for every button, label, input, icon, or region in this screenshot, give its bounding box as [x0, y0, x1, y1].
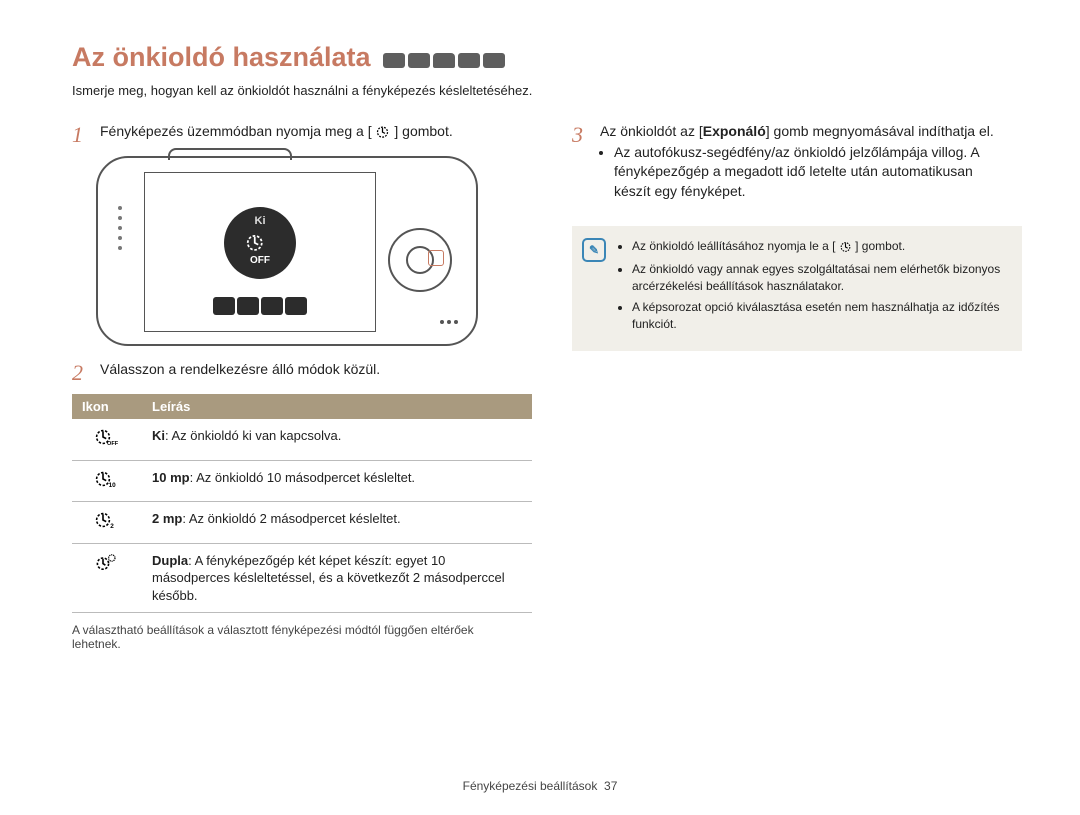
row-desc-double: Dupla: A fényképezőgép két képet készít:… [142, 543, 532, 613]
info-box: ✎ Az önkioldó leállításához nyomja le a … [572, 226, 1022, 351]
camera-lcd-palette [213, 297, 307, 315]
svg-text:10: 10 [109, 482, 117, 489]
page-title: Az önkioldó használata [72, 42, 371, 73]
step-2: 2 Válasszon a rendelkezésre álló módok k… [72, 360, 532, 386]
title-row: Az önkioldó használata [72, 42, 1008, 79]
table-row: Dupla: A fényképezőgép két képet készít:… [72, 543, 532, 613]
mode-icon-4 [458, 53, 480, 68]
step-number-1: 1 [72, 122, 92, 148]
mode-icon-3 [433, 53, 455, 68]
intro-text: Ismerje meg, hogyan kell az önkioldót ha… [72, 83, 1008, 98]
palette-item [261, 297, 283, 315]
timer-icon [375, 124, 390, 144]
step-number-2: 2 [72, 360, 92, 386]
table-header-desc: Leírás [142, 394, 532, 419]
palette-item [237, 297, 259, 315]
row-icon-2s: 2 [72, 502, 142, 544]
manual-page: Az önkioldó használata Ismerje meg, hogy… [0, 0, 1080, 815]
step-3-post: ] gomb megnyomásával indíthatja el. [766, 123, 994, 139]
right-column: 3 Az önkioldót az [Exponáló] gomb megnyo… [572, 122, 1002, 651]
table-row: 10 10 mp: Az önkioldó 10 másodpercet kés… [72, 460, 532, 502]
after-table-note: A választható beállítások a választott f… [72, 623, 502, 651]
camera-lcd-center-hub: Ki OFF [224, 207, 296, 279]
table-row: 2 2 mp: Az önkioldó 2 másodpercet késlel… [72, 502, 532, 544]
step-3-bullet: Az autofókusz-segédfény/az önkioldó jelz… [614, 143, 1002, 202]
camera-bottom-dots [440, 320, 462, 328]
mode-icon-5 [483, 53, 505, 68]
page-footer: Fényképezési beállítások 37 [0, 779, 1080, 793]
table-row: OFF Ki: Az önkioldó ki van kapcsolva. [72, 419, 532, 460]
info-item-3: A képsorozat opció kiválasztása esetén n… [632, 299, 1008, 333]
row-icon-double [72, 543, 142, 613]
palette-item [213, 297, 235, 315]
timer-icon [839, 240, 852, 258]
hub-label-off: OFF [250, 255, 270, 266]
svg-text:2: 2 [110, 523, 114, 530]
hub-label-ki: Ki [255, 215, 266, 227]
info-icon: ✎ [582, 238, 606, 262]
info-1-pre: Az önkioldó leállításához nyomja le a [ [632, 239, 835, 253]
step-1: 1 Fényképezés üzemmódban nyomja meg a [ … [72, 122, 532, 148]
svg-text:OFF: OFF [107, 441, 119, 447]
info-1-post: ] gombot. [855, 239, 905, 253]
footer-section: Fényképezési beállítások [463, 779, 598, 793]
palette-item [285, 297, 307, 315]
camera-lcd: Ki OFF [144, 172, 376, 332]
camera-highlighted-button [428, 250, 444, 266]
step-3-bold: Exponáló [703, 123, 766, 139]
info-item-1: Az önkioldó leállításához nyomja le a [ … [632, 238, 1008, 258]
step-1-post: ] gombot. [394, 123, 452, 139]
step-3-pre: Az önkioldót az [ [600, 123, 703, 139]
row-icon-10s: 10 [72, 460, 142, 502]
step-3: 3 Az önkioldót az [Exponáló] gomb megnyo… [572, 122, 1002, 204]
step-2-text: Válasszon a rendelkezésre álló módok köz… [100, 360, 532, 379]
table-header-icon: Ikon [72, 394, 142, 419]
row-desc-off: Ki: Az önkioldó ki van kapcsolva. [142, 419, 532, 460]
timer-modes-table: Ikon Leírás OFF Ki: Az önkioldó ki van k… [72, 394, 532, 613]
step-1-text: Fényképezés üzemmódban nyomja meg a [ ] … [100, 122, 532, 144]
step-3-body: Az önkioldót az [Exponáló] gomb megnyomá… [600, 122, 1002, 204]
camera-speaker-dots [110, 200, 130, 300]
row-icon-off: OFF [72, 419, 142, 460]
camera-illustration: Ki OFF [96, 156, 478, 346]
row-desc-10s: 10 mp: Az önkioldó 10 másodpercet késlel… [142, 460, 532, 502]
mode-icon-2 [408, 53, 430, 68]
applicable-mode-icons [383, 53, 505, 68]
two-column-layout: 1 Fényképezés üzemmódban nyomja meg a [ … [72, 122, 1008, 651]
step-1-pre: Fényképezés üzemmódban nyomja meg a [ [100, 123, 372, 139]
footer-page-number: 37 [604, 779, 617, 793]
row-desc-2s: 2 mp: Az önkioldó 2 másodpercet késlelte… [142, 502, 532, 544]
timer-off-icon [246, 231, 274, 257]
step-3-text: Az önkioldót az [Exponáló] gomb megnyomá… [600, 123, 994, 139]
info-item-2: Az önkioldó vagy annak egyes szolgáltatá… [632, 261, 1008, 295]
step-3-bullets: Az autofókusz-segédfény/az önkioldó jelz… [614, 143, 1002, 202]
step-number-3: 3 [572, 122, 592, 148]
mode-icon-1 [383, 53, 405, 68]
left-column: 1 Fényképezés üzemmódban nyomja meg a [ … [72, 122, 532, 651]
